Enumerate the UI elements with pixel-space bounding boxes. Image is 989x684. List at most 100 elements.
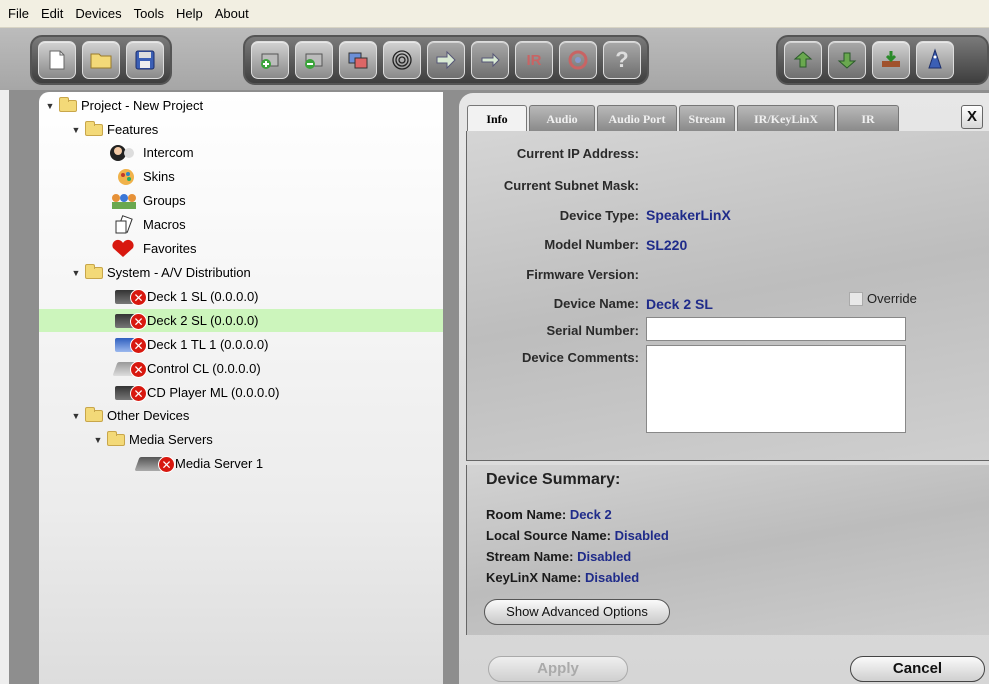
tree-label: Control CL (0.0.0.0)	[147, 361, 261, 376]
tree-item-device-selected[interactable]: ✕ Deck 2 SL (0.0.0.0)	[39, 309, 443, 332]
media-server-icon: ✕	[131, 453, 175, 475]
medialinx-device-icon: ✕	[109, 382, 147, 404]
download-firmware-icon	[879, 48, 903, 72]
expand-arrow-icon[interactable]: ▼	[91, 435, 105, 445]
export-button[interactable]	[828, 41, 866, 79]
fingerprint-button[interactable]	[383, 41, 421, 79]
new-project-button[interactable]	[38, 41, 76, 79]
tree-node-project[interactable]: ▼ Project - New Project	[43, 94, 203, 117]
tree-item-media-server[interactable]: ✕ Media Server 1	[131, 452, 263, 475]
menu-help[interactable]: Help	[170, 0, 209, 28]
tab-audio-port[interactable]: Audio Port	[597, 105, 677, 131]
menu-bar: File Edit Devices Tools Help About	[0, 0, 989, 28]
device-comments-textarea[interactable]	[646, 345, 906, 433]
expand-arrow-icon[interactable]: ▼	[69, 268, 83, 278]
firmware-version-label: Firmware Version:	[526, 267, 639, 282]
tab-stream[interactable]: Stream	[679, 105, 735, 131]
tree-item-skins[interactable]: Skins	[105, 165, 175, 188]
expand-arrow-icon[interactable]: ▼	[69, 411, 83, 421]
tab-ir-keylinx[interactable]: IR/KeyLinX	[737, 105, 835, 131]
tree-label: Deck 1 SL (0.0.0.0)	[147, 289, 259, 304]
expand-arrow-icon[interactable]: ▼	[43, 101, 57, 111]
controllinx-device-icon: ✕	[109, 358, 147, 380]
tab-audio[interactable]: Audio	[529, 105, 595, 131]
tree-item-device[interactable]: ✕ Control CL (0.0.0.0)	[109, 357, 261, 380]
menu-tools[interactable]: Tools	[128, 0, 170, 28]
offline-x-icon: ✕	[130, 384, 147, 402]
speakerlinx-device-icon: ✕	[109, 310, 147, 332]
menu-edit[interactable]: Edit	[35, 0, 69, 28]
apply-button[interactable]: Apply	[488, 656, 628, 682]
tree-item-groups[interactable]: Groups	[105, 189, 186, 212]
export-icon	[835, 48, 859, 72]
tree-item-device[interactable]: ✕ CD Player ML (0.0.0.0)	[109, 381, 279, 404]
tree-label: Project - New Project	[81, 98, 204, 113]
toolbar-group-file	[30, 35, 172, 85]
tree-label: System - A/V Distribution	[107, 265, 251, 280]
cancel-button[interactable]: Cancel	[850, 656, 985, 682]
speakerlinx-device-icon: ✕	[109, 286, 147, 308]
override-checkbox[interactable]: Override	[849, 291, 917, 306]
tree-label: Deck 1 TL 1 (0.0.0.0)	[147, 337, 269, 352]
wizard-button[interactable]	[916, 41, 954, 79]
tree-node-media-servers[interactable]: ▼ Media Servers	[91, 428, 213, 451]
menu-about[interactable]: About	[209, 0, 255, 28]
ir-icon: IR	[526, 51, 542, 69]
folder-icon	[107, 430, 125, 446]
tree-label: Macros	[143, 217, 186, 232]
tab-ir[interactable]: IR	[837, 105, 899, 131]
menu-file[interactable]: File	[0, 0, 35, 28]
copy-device-button[interactable]	[339, 41, 377, 79]
macros-icon	[105, 214, 141, 236]
offline-x-icon: ✕	[130, 336, 147, 354]
checkbox-box[interactable]	[849, 291, 863, 306]
device-type-label: Device Type:	[559, 208, 639, 223]
tree-item-device[interactable]: ✕ Deck 1 TL 1 (0.0.0.0)	[109, 333, 268, 356]
help-button[interactable]: ?	[603, 41, 641, 79]
tree-item-device[interactable]: ✕ Deck 1 SL (0.0.0.0)	[109, 285, 259, 308]
room-name-value: Deck 2	[569, 507, 612, 522]
sync-button[interactable]	[471, 41, 509, 79]
add-device-button[interactable]	[251, 41, 289, 79]
save-button[interactable]	[126, 41, 164, 79]
menu-devices[interactable]: Devices	[69, 0, 127, 28]
expand-arrow-icon[interactable]: ▼	[69, 125, 83, 135]
copy-device-icon	[346, 48, 370, 72]
tree-label: Features	[107, 122, 159, 137]
tree-label: Other Devices	[107, 408, 190, 423]
ir-button[interactable]: IR	[515, 41, 553, 79]
folder-icon	[85, 263, 103, 279]
tree-node-other-devices[interactable]: ▼ Other Devices	[69, 404, 189, 427]
override-label: Override	[867, 291, 917, 306]
tree-label: Deck 2 SL (0.0.0.0)	[147, 313, 259, 328]
download-firmware-button[interactable]	[872, 41, 910, 79]
open-project-button[interactable]	[82, 41, 120, 79]
tree-label: CD Player ML (0.0.0.0)	[147, 385, 280, 400]
tree-node-system[interactable]: ▼ System - A/V Distribution	[69, 261, 251, 284]
device-summary-title: Device Summary:	[486, 471, 621, 488]
tree-item-intercom[interactable]: Intercom	[105, 141, 194, 164]
import-button[interactable]	[784, 41, 822, 79]
save-icon	[133, 48, 157, 72]
current-ip-label: Current IP Address:	[516, 146, 639, 161]
close-button[interactable]: X	[961, 105, 983, 129]
tab-info[interactable]: Info	[467, 105, 527, 131]
forward-button[interactable]	[427, 41, 465, 79]
tree-label: Intercom	[143, 145, 194, 160]
tree-item-favorites[interactable]: Favorites	[105, 237, 196, 260]
refresh-button[interactable]	[559, 41, 597, 79]
tree-item-macros[interactable]: Macros	[105, 213, 186, 236]
serial-number-input[interactable]	[646, 317, 906, 341]
info-section: Current IP Address: Current Subnet Mask:…	[466, 131, 989, 461]
summary-keylinx-row: KeyLinX Name: Disabled	[486, 570, 639, 585]
groups-icon	[105, 190, 141, 212]
import-icon	[791, 48, 815, 72]
toolbar-group-devices: IR ?	[243, 35, 649, 85]
remove-device-button[interactable]	[295, 41, 333, 79]
device-name-label: Device Name:	[553, 296, 639, 311]
keylinx-name-label: KeyLinX Name:	[486, 570, 582, 585]
tree-node-features[interactable]: ▼ Features	[69, 118, 158, 141]
tree-label: Media Servers	[129, 432, 213, 447]
sync-arrows-icon	[478, 48, 502, 72]
show-advanced-options-button[interactable]: Show Advanced Options	[484, 599, 670, 625]
